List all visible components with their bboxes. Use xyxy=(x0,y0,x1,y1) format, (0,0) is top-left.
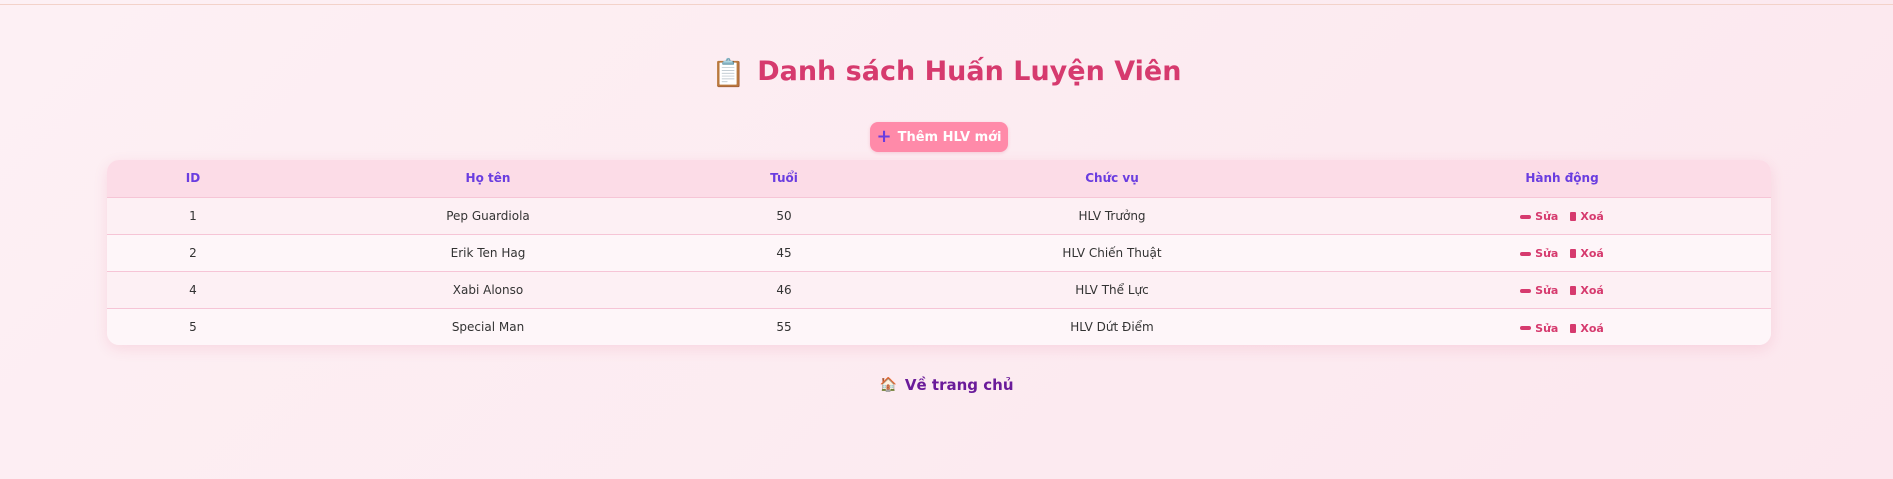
table-row: 4 Xabi Alonso 46 HLV Thể Lực Sửa Xoá xyxy=(107,271,1771,308)
delete-button[interactable]: Xoá xyxy=(1570,247,1604,261)
pencil-icon xyxy=(1520,214,1532,219)
top-divider xyxy=(0,4,1893,5)
cell-id: 4 xyxy=(189,282,197,297)
pencil-icon xyxy=(1520,288,1532,293)
add-coach-label: Thêm HLV mới xyxy=(897,129,1002,145)
trash-icon xyxy=(1570,249,1577,259)
column-header-role: Chức vụ xyxy=(1085,171,1139,186)
home-link-container: 🏠 Về trang chủ xyxy=(0,375,1893,394)
page-title: 📋 Danh sách Huấn Luyện Viên xyxy=(0,56,1893,89)
column-header-actions: Hành động xyxy=(1525,171,1599,186)
trash-icon xyxy=(1570,286,1577,296)
trash-icon xyxy=(1570,323,1577,333)
column-header-age: Tuổi xyxy=(770,171,798,186)
cell-actions: Sửa Xoá xyxy=(1353,197,1771,234)
edit-button[interactable]: Sửa xyxy=(1520,322,1558,335)
add-coach-button[interactable]: + Thêm HLV mới xyxy=(870,122,1008,152)
table-row: 5 Special Man 55 HLV Dứt Điểm Sửa Xoá xyxy=(107,308,1771,345)
cell-role: HLV Thể Lực xyxy=(1075,282,1149,297)
clipboard-icon: 📋 xyxy=(711,58,746,89)
delete-label: Xoá xyxy=(1580,210,1604,224)
trash-icon xyxy=(1570,212,1577,222)
plus-icon: + xyxy=(876,126,892,147)
house-icon: 🏠 xyxy=(879,377,897,393)
delete-label: Xoá xyxy=(1580,247,1604,261)
pencil-icon xyxy=(1520,326,1532,330)
cell-id: 2 xyxy=(189,245,197,260)
cell-id: 5 xyxy=(189,319,197,334)
cell-id: 1 xyxy=(189,208,197,223)
cell-actions: Sửa Xoá xyxy=(1353,308,1771,345)
table-header-row: ID Họ tên Tuổi Chức vụ Hành động xyxy=(107,160,1771,197)
cell-name: Pep Guardiola xyxy=(446,208,530,223)
page-title-text: Danh sách Huấn Luyện Viên xyxy=(757,56,1182,87)
edit-button[interactable]: Sửa xyxy=(1520,210,1558,223)
edit-label: Sửa xyxy=(1535,210,1559,224)
pencil-icon xyxy=(1520,251,1532,256)
cell-name: Xabi Alonso xyxy=(452,282,524,297)
cell-age: 45 xyxy=(776,245,792,260)
table-row: 2 Erik Ten Hag 45 HLV Chiến Thuật Sửa Xo… xyxy=(107,234,1771,271)
cell-name: Erik Ten Hag xyxy=(450,245,526,260)
cell-age: 50 xyxy=(776,208,792,223)
coach-table: ID Họ tên Tuổi Chức vụ Hành động 1 Pep G… xyxy=(107,160,1771,345)
delete-button[interactable]: Xoá xyxy=(1570,284,1604,298)
delete-label: Xoá xyxy=(1580,284,1604,298)
cell-age: 46 xyxy=(776,282,792,297)
cell-role: HLV Chiến Thuật xyxy=(1062,245,1162,260)
table-row: 1 Pep Guardiola 50 HLV Trưởng Sửa Xoá xyxy=(107,197,1771,234)
delete-label: Xoá xyxy=(1580,321,1604,335)
home-link-label: Về trang chủ xyxy=(904,376,1014,394)
cell-age: 55 xyxy=(776,319,792,334)
home-link[interactable]: 🏠 Về trang chủ xyxy=(879,376,1013,394)
delete-button[interactable]: Xoá xyxy=(1570,210,1604,224)
cell-role: HLV Trưởng xyxy=(1078,208,1146,223)
column-header-id: ID xyxy=(185,171,201,186)
edit-label: Sửa xyxy=(1535,247,1559,261)
cell-actions: Sửa Xoá xyxy=(1353,271,1771,308)
edit-button[interactable]: Sửa xyxy=(1520,247,1558,260)
column-header-name: Họ tên xyxy=(465,171,511,186)
edit-label: Sửa xyxy=(1535,284,1559,298)
cell-actions: Sửa Xoá xyxy=(1353,234,1771,271)
delete-button[interactable]: Xoá xyxy=(1570,321,1604,335)
edit-button[interactable]: Sửa xyxy=(1520,284,1558,297)
cell-role: HLV Dứt Điểm xyxy=(1070,319,1154,334)
cell-name: Special Man xyxy=(451,319,525,334)
coach-table-card: ID Họ tên Tuổi Chức vụ Hành động 1 Pep G… xyxy=(107,160,1771,345)
edit-label: Sửa xyxy=(1535,321,1559,335)
